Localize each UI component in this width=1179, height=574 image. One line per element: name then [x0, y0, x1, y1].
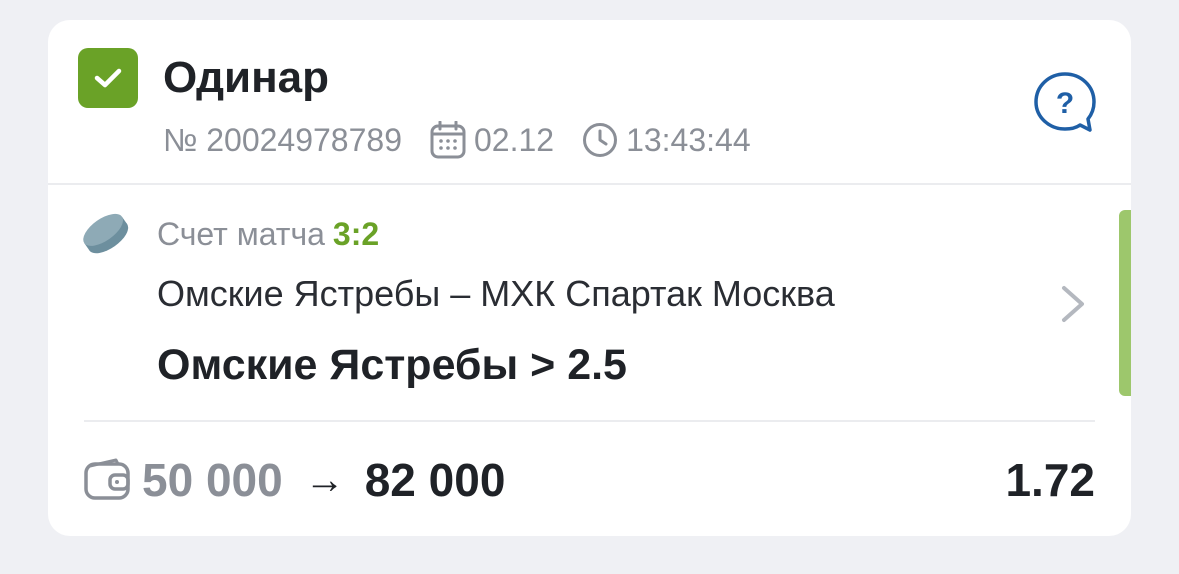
match-name: Омские Ястребы – МХК Спартак Москва — [157, 273, 835, 314]
bet-time: 13:43:44 — [626, 121, 751, 158]
bet-event-row[interactable]: Счет матча 3:2 Омские Ястребы – МХК Спарт… — [48, 186, 1131, 422]
stake-amount: 50 000 — [142, 454, 283, 506]
check-icon — [78, 48, 138, 108]
bet-selection: Омские Ястребы > 2.5 — [157, 341, 627, 389]
odds-value: 1.72 — [1005, 454, 1095, 506]
svg-text:?: ? — [1056, 87, 1074, 120]
bet-amounts: 50 000 → 82 000 1.72 — [84, 450, 1095, 510]
chevron-right-icon[interactable] — [1058, 284, 1088, 329]
calendar-icon — [430, 121, 466, 159]
footer-divider — [84, 420, 1095, 422]
payout-amount: 82 000 — [364, 454, 506, 506]
result-indicator-bar — [1119, 210, 1131, 396]
match-score: Счет матча 3:2 — [157, 214, 379, 254]
bet-type-title: Одинар — [163, 53, 330, 102]
clock-icon — [582, 122, 618, 158]
bet-card: Одинар ? № 20024978789 02.12 13:43:44 Сч… — [48, 20, 1131, 536]
bet-meta: № 20024978789 02.12 13:43:44 — [163, 120, 751, 160]
score-label: Счет матча — [157, 216, 325, 252]
question-bubble-icon[interactable]: ? — [1032, 70, 1098, 136]
wallet-icon — [84, 458, 130, 502]
hockey-puck-icon — [80, 208, 132, 265]
score-value: 3:2 — [332, 216, 380, 252]
bet-number: № 20024978789 — [163, 121, 402, 158]
arrow-right-icon: → — [304, 457, 345, 502]
header-divider — [48, 183, 1131, 185]
bet-date: 02.12 — [473, 121, 555, 158]
